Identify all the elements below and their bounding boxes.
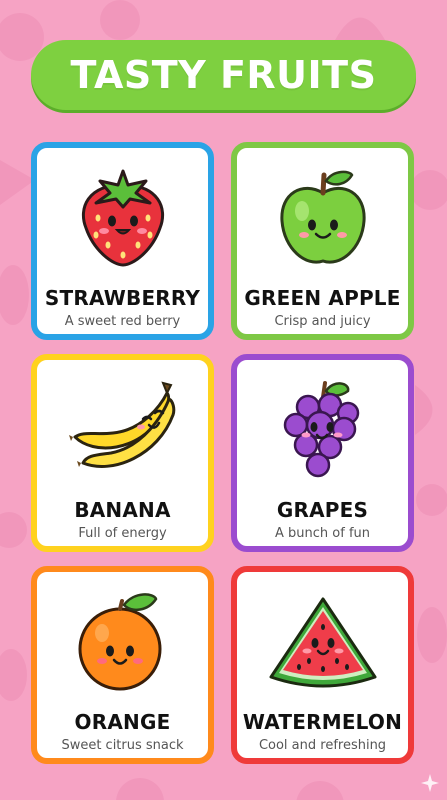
fruit-name: STRAWBERRY — [44, 286, 201, 310]
fruit-description: A sweet red berry — [64, 314, 181, 329]
fruit-card-strawberry[interactable]: STRAWBERRY A sweet red berry — [31, 142, 214, 340]
bg-fruit-icon — [415, 385, 433, 435]
bg-fruit-icon — [416, 484, 447, 516]
fruit-card-watermelon[interactable]: WATERMELON Cool and refreshing — [231, 566, 414, 764]
fruit-description: Full of energy — [78, 526, 167, 541]
watermelon-icon — [263, 582, 383, 702]
sparkle-icon — [421, 774, 439, 792]
bg-fruit-icon — [0, 649, 27, 701]
fruit-description: A bunch of fun — [275, 526, 370, 541]
fruit-card-orange[interactable]: ORANGE Sweet citrus snack — [31, 566, 214, 764]
bg-fruit-icon — [417, 607, 447, 663]
title-banner: TASTY FRUITS — [31, 40, 416, 110]
fruit-description: Sweet citrus snack — [61, 738, 184, 753]
grapes-icon — [263, 370, 383, 490]
bg-fruit-icon — [0, 512, 27, 548]
fruit-name: GREEN APPLE — [244, 286, 401, 310]
banana-icon — [63, 370, 183, 490]
fruit-card-grapes[interactable]: GRAPES A bunch of fun — [231, 354, 414, 552]
fruit-description: Cool and refreshing — [258, 738, 387, 753]
fruit-name: BANANA — [74, 498, 171, 522]
fruit-name: WATERMELON — [242, 710, 403, 734]
fruit-card-green-apple[interactable]: GREEN APPLE Crisp and juicy — [231, 142, 414, 340]
fruit-name: GRAPES — [276, 498, 369, 522]
bg-fruit-icon — [0, 265, 29, 325]
bg-fruit-icon — [100, 0, 140, 40]
fruit-name: ORANGE — [74, 710, 171, 734]
page-title: TASTY FRUITS — [70, 53, 377, 97]
fruit-card-banana[interactable]: BANANA Full of energy — [31, 354, 214, 552]
fruit-description: Crisp and juicy — [274, 314, 371, 329]
strawberry-icon — [63, 158, 183, 278]
bg-fruit-icon — [296, 781, 344, 800]
bg-fruit-icon — [116, 778, 164, 800]
orange-icon — [63, 582, 183, 702]
green-apple-icon — [263, 158, 383, 278]
